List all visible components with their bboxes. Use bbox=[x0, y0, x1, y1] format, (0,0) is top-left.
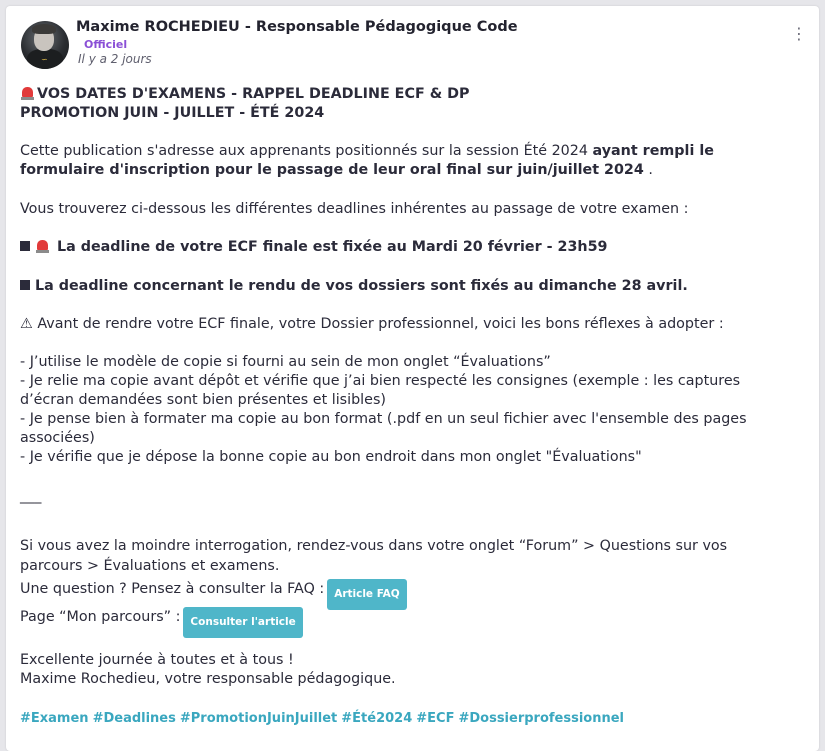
faq-article-button[interactable]: Article FAQ bbox=[327, 579, 407, 610]
hashtags: #Examen #Deadlines #PromotionJuinJuillet #É… bbox=[20, 709, 810, 728]
tip-item: - Je pense bien à formater ma copie au b… bbox=[20, 411, 747, 446]
hashtag-link[interactable]: #PromotionJuinJuillet bbox=[180, 711, 337, 726]
hashtag-link[interactable]: #Examen bbox=[20, 711, 89, 726]
square-bullet-icon bbox=[20, 280, 30, 290]
faq-text: Une question ? Pensez à consulter la FAQ… bbox=[20, 581, 325, 597]
forum-text: Si vous avez la moindre interrogation, r… bbox=[20, 538, 728, 574]
closing-greeting: Excellente journée à toutes et à tous ! bbox=[20, 652, 294, 668]
post-body: VOS DATES D'EXAMENS - RAPPEL DEADLINE EC… bbox=[20, 85, 810, 728]
more-options-icon[interactable]: ⋮ bbox=[791, 26, 807, 42]
post-title-2: PROMOTION JUIN - JUILLET - ÉTÉ 2024 bbox=[20, 105, 325, 121]
tip-item: - J’utilise le modèle de copie si fourni… bbox=[20, 354, 551, 370]
faq-line: Une question ? Pensez à consulter la FAQ… bbox=[20, 579, 810, 610]
intro-text: Cette publication s'adresse aux apprenan… bbox=[20, 143, 593, 159]
intro-paragraph: Cette publication s'adresse aux apprenan… bbox=[20, 142, 790, 180]
parcours-line: Page “Mon parcours” : Consulter l'article bbox=[20, 607, 810, 638]
siren-icon bbox=[35, 239, 50, 253]
deadline-dossier: La deadline concernant le rendu de vos d… bbox=[35, 278, 688, 294]
avatar-hair bbox=[32, 24, 56, 34]
deadline-dossier-line: La deadline concernant le rendu de vos d… bbox=[20, 277, 810, 296]
deadlines-intro: Vous trouverez ci-dessous les différente… bbox=[20, 201, 689, 217]
intro-end: . bbox=[643, 162, 653, 178]
tip-item: - Je vérifie que je dépose la bonne copi… bbox=[20, 449, 642, 465]
siren-icon bbox=[20, 86, 35, 100]
hashtag-link[interactable]: #Été2024 bbox=[341, 711, 412, 726]
hashtag-link[interactable]: #ECF bbox=[416, 711, 454, 726]
official-badge: Officiel bbox=[84, 38, 128, 51]
hashtag-link[interactable]: #Dossierprofessionnel bbox=[458, 711, 624, 726]
tips-list: - J’utilise le modèle de copie si fourni… bbox=[20, 353, 795, 467]
post-title-1: VOS DATES D'EXAMENS - RAPPEL DEADLINE EC… bbox=[37, 86, 470, 102]
consult-article-button[interactable]: Consulter l'article bbox=[183, 607, 303, 638]
post-author[interactable]: Maxime ROCHEDIEU - Responsable Pédagogiq… bbox=[76, 19, 518, 35]
post-time: Il y a 2 jours bbox=[78, 52, 152, 66]
square-bullet-icon bbox=[20, 241, 30, 251]
deadline-ecf: La deadline de votre ECF finale est fixé… bbox=[56, 239, 608, 255]
post-title-line-1: VOS DATES D'EXAMENS - RAPPEL DEADLINE EC… bbox=[20, 85, 810, 104]
warning-text: ⚠ Avant de rendre votre ECF finale, votr… bbox=[20, 316, 724, 332]
avatar-signature: ∽ bbox=[41, 55, 48, 64]
tip-item: - Je relie ma copie avant dépôt et vérif… bbox=[20, 373, 741, 408]
author-avatar[interactable]: ∽ bbox=[21, 21, 69, 69]
separator: ___ bbox=[20, 488, 42, 504]
closing-signature: Maxime Rochedieu, votre responsable péda… bbox=[20, 671, 396, 687]
deadline-ecf-line: La deadline de votre ECF finale est fixé… bbox=[20, 238, 810, 257]
post-card: ∽ Maxime ROCHEDIEU - Responsable Pédagog… bbox=[6, 6, 819, 751]
parcours-text: Page “Mon parcours” : bbox=[20, 609, 181, 625]
hashtag-link[interactable]: #Deadlines bbox=[93, 711, 176, 726]
